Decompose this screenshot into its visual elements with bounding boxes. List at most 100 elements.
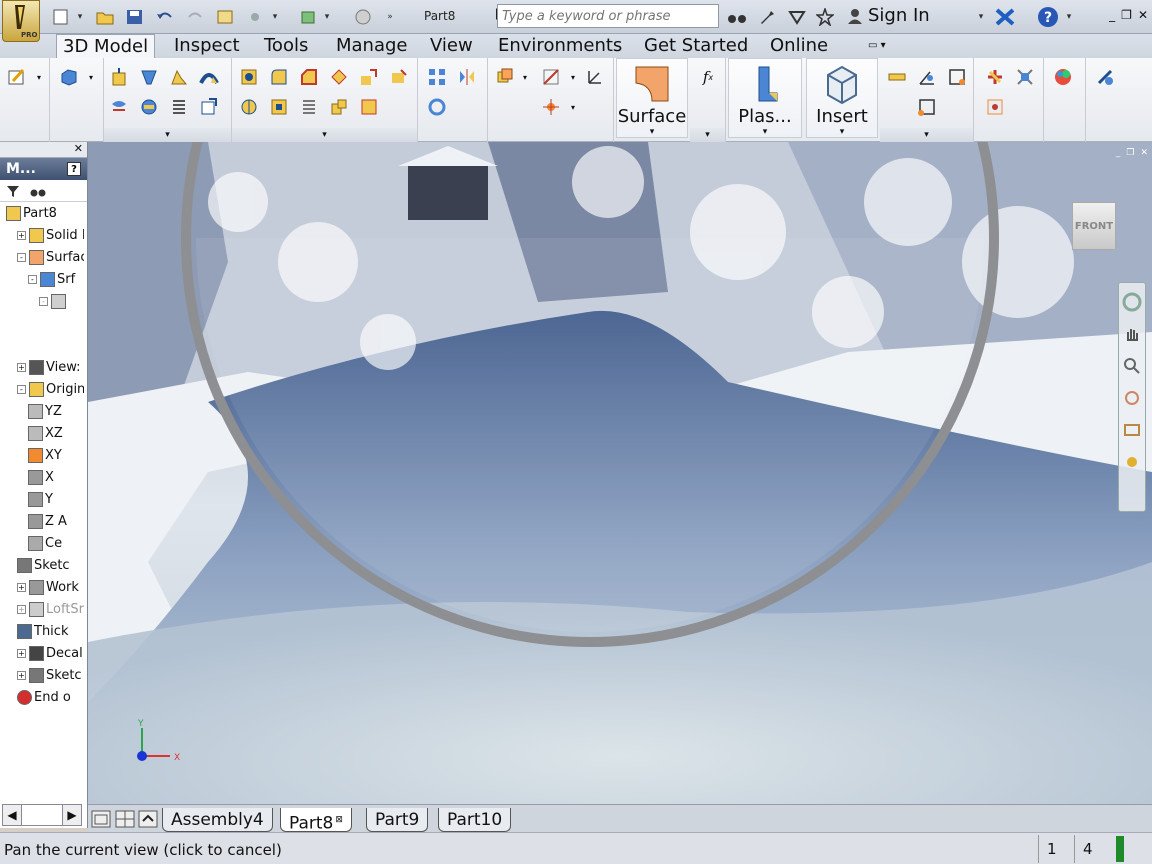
measure-group-expand-icon[interactable]: ▾ [880,128,973,142]
primitives-dropdown-icon[interactable]: ▾ [86,64,96,90]
work-axis-icon[interactable] [538,64,564,90]
collapse-icon[interactable]: - [28,274,37,284]
tab-inspect[interactable]: Inspect [168,34,246,58]
browser-node[interactable]: Thick [0,620,84,642]
help-button[interactable]: ? [1036,6,1060,28]
undo-icon[interactable] [154,6,176,28]
work-plane-dropdown-icon[interactable]: ▾ [520,64,530,90]
sign-in-button[interactable]: Sign In [846,5,930,26]
browser-node[interactable]: + View: [0,356,84,378]
document-tab-part9[interactable]: Part9 [366,808,429,832]
measure-angle-icon[interactable] [914,64,940,90]
look-at-icon[interactable] [1119,417,1145,443]
viewcube[interactable]: FRONT [1072,202,1116,250]
document-tab-close-icon[interactable]: ⊠ [335,815,343,825]
appearance-icon[interactable] [1050,64,1076,90]
browser-node[interactable]: + Sketc [0,664,84,686]
restore-icon[interactable]: ❐ [1121,8,1132,22]
insert-button[interactable]: Insert ▾ [806,58,878,138]
tab-tools[interactable]: Tools [258,34,314,58]
modify-group-expand-icon[interactable]: ▾ [232,128,417,142]
cascade-windows-icon[interactable] [90,809,112,829]
hole-icon[interactable] [236,64,262,90]
browser-node[interactable]: Ce [0,532,84,554]
viewport-close-icon[interactable]: ✕ [1140,148,1148,158]
browser-node[interactable]: + LoftSr [0,598,84,620]
tab-manage[interactable]: Manage [330,34,414,58]
browser-node[interactable]: X [0,466,84,488]
measure-distance-icon[interactable] [884,64,910,90]
close-icon[interactable]: ✕ [1138,8,1148,22]
navigation-options-icon[interactable] [1119,449,1145,475]
collapse-icon[interactable]: - [17,252,26,262]
circular-pattern-icon[interactable] [424,94,450,120]
sketch-dropdown-icon[interactable]: ▾ [34,64,44,90]
plastic-part-button[interactable]: Plas... ▾ [728,58,802,138]
browser-node[interactable]: - Origin [0,378,84,400]
work-point-icon[interactable] [538,94,564,120]
parameters-icon[interactable]: fx [695,64,721,90]
add-in-icon[interactable] [1092,64,1118,90]
combine-icon[interactable] [356,64,382,90]
browser-node[interactable]: + Decal [0,642,84,664]
subscription-icon[interactable] [786,6,808,28]
stress-analysis-icon[interactable] [1012,64,1038,90]
tab-get-started[interactable]: Get Started [638,34,754,58]
expand-icon[interactable]: + [17,582,26,592]
return-icon[interactable] [214,6,236,28]
scroll-track[interactable] [21,805,63,825]
expand-icon[interactable]: + [17,670,26,680]
browser-node[interactable]: Part8 [0,202,84,224]
expand-icon[interactable]: + [17,604,26,614]
ucs-icon[interactable] [582,64,608,90]
browser-close-icon[interactable]: ✕ [74,142,83,155]
expand-icon[interactable]: + [17,648,26,658]
document-list-icon[interactable] [138,809,158,829]
browser-node[interactable]: - [0,290,84,312]
insert-dropdown-icon[interactable]: ▾ [840,127,845,137]
steering-wheel-icon[interactable] [1119,289,1145,315]
create-group-expand-icon[interactable]: ▾ [104,128,231,142]
update-dropdown-icon[interactable]: ▾ [322,6,332,28]
measure-loop-icon[interactable] [944,64,970,90]
tab-online[interactable]: Online [764,34,834,58]
revolve-icon[interactable] [136,64,162,90]
browser-node[interactable]: + Solid B [0,224,84,246]
document-tab-part8[interactable]: Part8 ⊠ [280,808,352,834]
box-primitive-icon[interactable] [56,64,82,90]
collapse-icon[interactable]: - [39,296,48,306]
open-icon[interactable] [94,6,116,28]
chamfer-icon[interactable] [296,64,322,90]
find-icon[interactable] [30,184,46,198]
browser-scrollbar[interactable]: ◀ ▶ [2,804,82,826]
select-dropdown-icon[interactable]: ▾ [270,6,280,28]
document-tab-part10[interactable]: Part10 [438,808,512,832]
browser-title[interactable]: M... ? [0,158,87,180]
loft-icon[interactable] [166,64,192,90]
update-icon[interactable] [298,6,320,28]
browser-node[interactable]: XY [0,444,84,466]
tile-windows-icon[interactable] [114,809,136,829]
shell-icon[interactable] [326,64,352,90]
expand-icon[interactable]: + [17,362,26,372]
convert-to-sheet-metal-icon[interactable] [982,64,1008,90]
orbit-icon[interactable] [1119,385,1145,411]
collapse-icon[interactable]: - [17,384,26,394]
scroll-right-icon[interactable]: ▶ [63,805,81,825]
sweep-icon[interactable] [196,64,222,90]
rib-icon[interactable] [136,94,162,120]
fillet-icon[interactable] [266,64,292,90]
work-axis-dropdown-icon[interactable]: ▾ [568,64,578,90]
browser-node[interactable]: - Srf [0,268,84,290]
exchange-apps-icon[interactable] [994,6,1016,28]
browser-node[interactable] [0,334,84,356]
tab-3d-model[interactable]: 3D Model [56,34,156,58]
browser-node[interactable]: + Work [0,576,84,598]
tab-view[interactable]: View [424,34,479,58]
viewport-restore-icon[interactable]: ❐ [1126,148,1134,158]
search-input[interactable] [498,5,718,27]
minimize-icon[interactable]: _ [1109,8,1115,22]
create-sketch-icon[interactable] [4,64,30,90]
viewport-minimize-icon[interactable]: _ [1116,148,1121,158]
pan-icon[interactable] [1119,321,1145,347]
